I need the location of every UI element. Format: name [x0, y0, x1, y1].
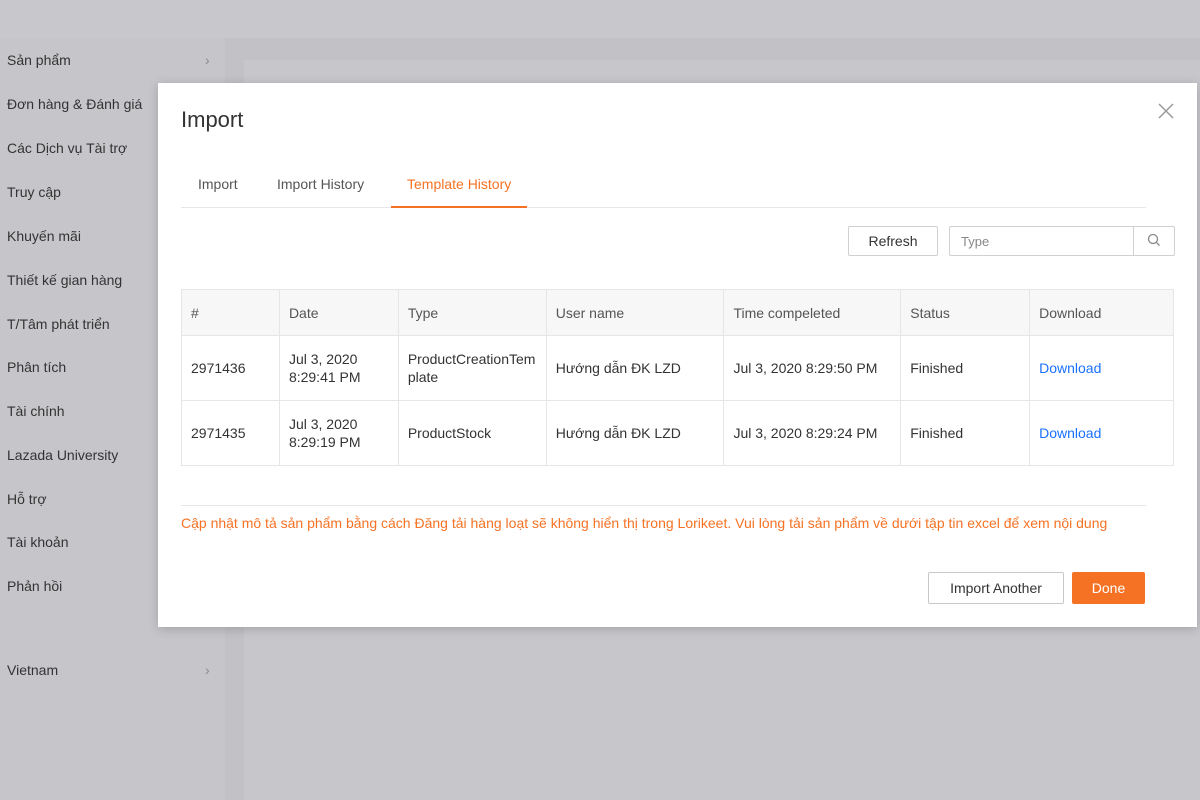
column-header-download: Download	[1029, 289, 1174, 336]
cell-time-completed: Jul 3, 2020 8:29:24 PM	[723, 400, 902, 466]
done-button[interactable]: Done	[1072, 572, 1145, 604]
import-another-button[interactable]: Import Another	[928, 572, 1064, 604]
search-icon	[1147, 233, 1161, 250]
close-icon[interactable]	[1156, 101, 1176, 121]
time-line: 8:29:19 PM	[288, 434, 361, 450]
search-button[interactable]	[1133, 227, 1174, 255]
sidebar-item-label: Tài khoản	[7, 534, 69, 550]
modal-title: Import	[181, 107, 244, 132]
sidebar-item-label: Phân tích	[7, 359, 67, 375]
table-header-row: # Date Type User name Time compeleted St…	[181, 289, 1174, 336]
column-header-type: Type	[397, 289, 547, 336]
notice-message: Cập nhật mô tả sản phẩm bằng cách Đăng t…	[181, 515, 1108, 531]
chevron-right-icon: ›	[205, 662, 210, 678]
sidebar-item-label: Các Dịch vụ Tài trợ	[7, 140, 128, 156]
cell-download: Download	[1029, 335, 1174, 401]
sidebar-item-label: Hỗ trợ	[7, 491, 47, 507]
time-line: 8:29:41 PM	[288, 369, 361, 385]
search-box	[949, 226, 1175, 256]
cell-type: ProductCreationTemplate	[397, 335, 547, 401]
search-input[interactable]	[950, 227, 1133, 255]
download-link[interactable]: Download	[1039, 360, 1101, 376]
sidebar-item-label: Tài chính	[7, 403, 65, 419]
tab-import[interactable]: Import	[198, 169, 238, 208]
download-link[interactable]: Download	[1039, 425, 1101, 441]
sidebar-item-label: T/Tâm phát triển	[7, 316, 110, 332]
cell-download: Download	[1029, 400, 1174, 466]
template-history-table: # Date Type User name Time compeleted St…	[181, 289, 1174, 466]
cell-date: Jul 3, 2020 8:29:41 PM	[278, 335, 399, 401]
modal-tabs: Import Import History Template History	[181, 169, 1146, 208]
sidebar-item-label: Khuyến mãi	[7, 228, 81, 244]
date-line: Jul 3, 2020	[288, 351, 358, 367]
import-modal: Import Import Import History Template Hi…	[158, 83, 1197, 627]
cell-type: ProductStock	[397, 400, 547, 466]
column-header-time-completed: Time compeleted	[723, 289, 902, 336]
column-header-user-name: User name	[545, 289, 725, 336]
sidebar-item-label: Truy cập	[7, 184, 61, 200]
column-header-id: #	[181, 289, 280, 336]
sidebar-item-label: Phản hồi	[7, 578, 63, 594]
cell-date: Jul 3, 2020 8:29:19 PM	[278, 400, 399, 466]
sidebar-item-label: Đơn hàng & Đánh giá	[7, 96, 143, 112]
column-header-date: Date	[278, 289, 399, 336]
refresh-button[interactable]: Refresh	[848, 226, 938, 256]
cell-status: Finished	[900, 335, 1031, 401]
sidebar-item-label: Vietnam	[7, 662, 59, 678]
sidebar-item-label: Lazada University	[7, 447, 119, 463]
sidebar-item-vietnam[interactable]: Vietnam ›	[7, 658, 217, 682]
table-row: 2971436 Jul 3, 2020 8:29:41 PM ProductCre…	[181, 335, 1174, 401]
cell-user-name: Hướng dẫn ĐK LZD	[545, 335, 725, 401]
sidebar-item-label: Thiết kế gian hàng	[7, 272, 123, 288]
sidebar-item-label: Sản phẩm	[7, 52, 71, 68]
cell-id: 2971435	[181, 400, 280, 466]
cell-time-completed: Jul 3, 2020 8:29:50 PM	[723, 335, 902, 401]
sidebar-item-san-pham[interactable]: Sản phẩm ›	[7, 48, 217, 72]
tab-import-history[interactable]: Import History	[277, 169, 364, 208]
cell-status: Finished	[900, 400, 1031, 466]
table-row: 2971435 Jul 3, 2020 8:29:19 PM ProductSto…	[181, 400, 1174, 466]
column-header-status: Status	[900, 289, 1031, 336]
top-bar	[0, 0, 1200, 38]
tab-template-history[interactable]: Template History	[391, 169, 528, 208]
chevron-right-icon: ›	[205, 52, 210, 68]
cell-id: 2971436	[181, 335, 280, 401]
date-line: Jul 3, 2020	[288, 416, 358, 432]
divider	[181, 505, 1146, 506]
cell-user-name: Hướng dẫn ĐK LZD	[545, 400, 725, 466]
